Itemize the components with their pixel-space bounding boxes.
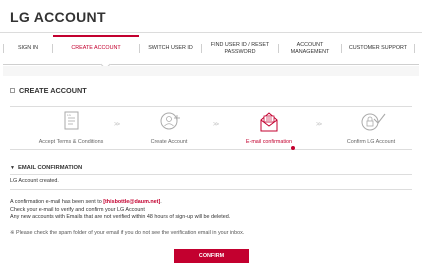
nav-item-account-management[interactable]: ACCOUNT MANAGEMENT [279,33,341,64]
sent-prefix: A confirmation e-mail has been sent to [10,199,104,205]
sent-suffix: . [160,199,162,205]
divider [10,189,412,190]
step-create-account: Create Account [129,110,209,145]
nav-item-switch-user-id[interactable]: SWITCH USER ID [140,33,201,64]
progress-steps: LG Accept Terms & Conditions >> Create A… [10,106,412,150]
step-separator: >> [213,122,219,128]
email-address: [thisbottle@daum.net] [103,199,161,205]
email-confirmation-title: EMAIL CONFIRMATION [17,165,83,171]
step-label: E-mail confirmation [245,139,293,145]
user-add-icon [160,112,180,130]
email-envelope-icon [260,112,278,132]
section-title: CREATE ACCOUNT [10,86,87,95]
step-separator: >> [114,122,120,128]
email-confirmation-heading: ▼ EMAIL CONFIRMATION [10,165,82,171]
step-label: Confirm LG Account [346,139,396,145]
step-separator: >> [316,122,322,128]
step-accept-terms: LG Accept Terms & Conditions [31,110,111,145]
confirmation-info: A confirmation e-mail has been sent to [… [10,199,230,222]
nav-item-customer-support[interactable]: CUSTOMER SUPPORT [342,33,414,64]
step-label: Accept Terms & Conditions [38,139,104,145]
page-header: LG ACCOUNT [0,0,422,33]
main-nav: SIGN IN CREATE ACCOUNT SWITCH USER ID FI… [3,33,419,65]
divider [10,174,412,175]
terms-document-icon: LG [64,111,79,130]
step-label: Create Account [150,139,188,145]
square-bullet-icon [10,88,15,93]
step-confirm-lg-account: Confirm LG Account [331,110,411,145]
nav-item-find-user-id[interactable]: FIND USER ID / RESET PASSWORD [202,33,278,64]
svg-text:LG: LG [67,113,72,117]
confirm-button[interactable]: CONFIRM [174,249,249,263]
warning-message: Any new accounts with Emails that are no… [10,214,231,221]
check-message: Check your e-mail to verify and confirm … [10,206,145,213]
section-title-text: CREATE ACCOUNT [19,86,87,95]
triangle-down-icon: ▼ [10,165,15,171]
sent-message: A confirmation e-mail has been sent to [… [10,199,230,207]
section-gap [3,66,419,76]
lock-check-icon [361,113,386,131]
step-email-confirmation: E-mail confirmation [229,110,309,145]
account-created-text: LG Account created. [10,178,59,184]
nav-divider [414,44,415,53]
brand-title: LG ACCOUNT [10,9,106,25]
nav-item-create-account[interactable]: CREATE ACCOUNT [53,33,139,64]
nav-item-sign-in[interactable]: SIGN IN [4,33,52,64]
active-step-dot-icon [291,146,295,150]
spam-note: ※ Please check the spam folder of your e… [10,230,245,236]
